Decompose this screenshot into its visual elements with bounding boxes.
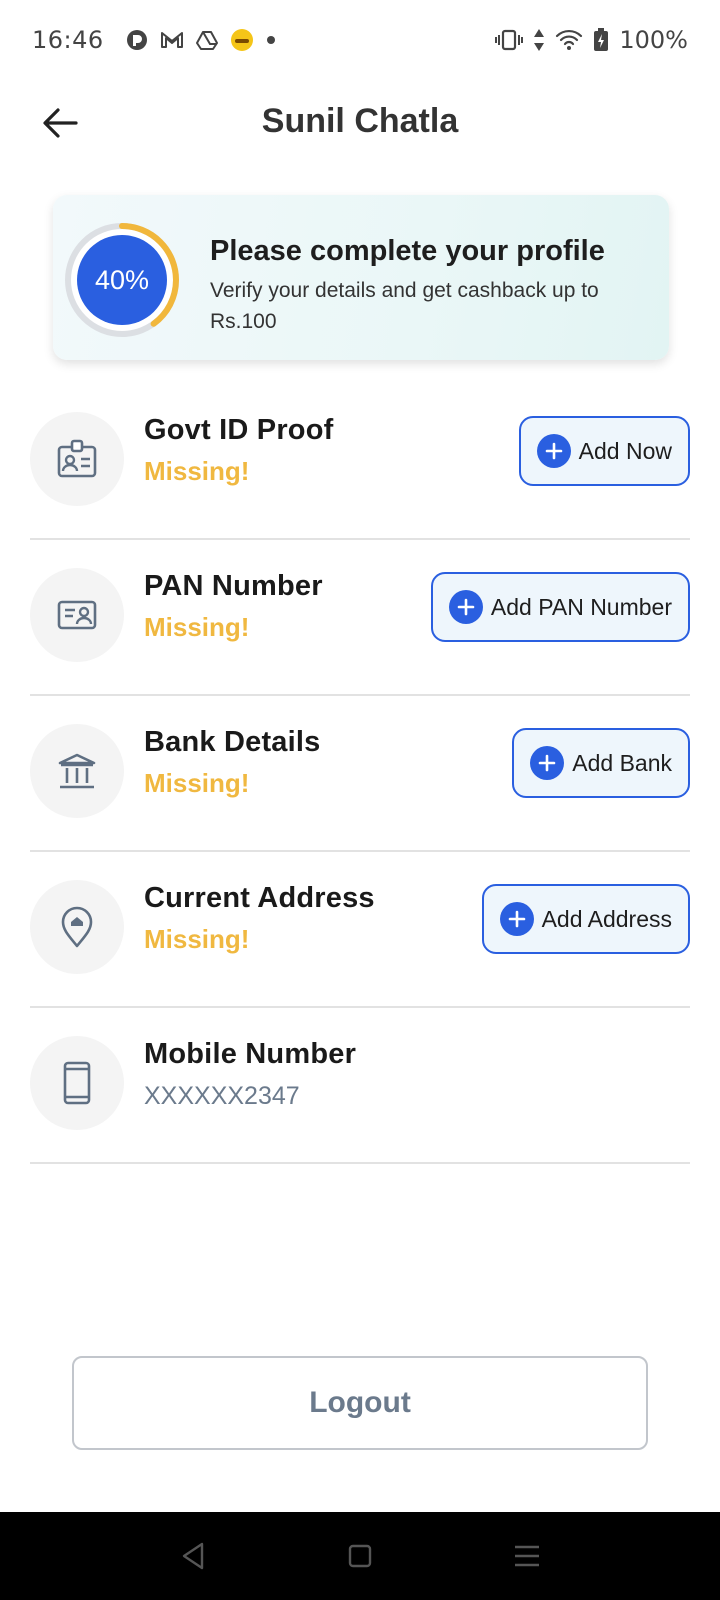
list-item-address: Current Address Missing! Add Address <box>30 852 690 1008</box>
gmail-icon <box>160 30 184 50</box>
plus-icon <box>448 590 483 624</box>
list-item-mobile: Mobile Number XXXXXX2347 <box>30 1008 690 1164</box>
id-badge-icon <box>57 439 97 478</box>
id-card-icon <box>57 600 97 630</box>
navigation-bar <box>0 1512 720 1600</box>
row-title: Bank Details <box>144 726 321 758</box>
wifi-icon <box>555 29 583 51</box>
more-notifications-dot-icon <box>266 35 276 45</box>
data-arrows-icon <box>533 28 545 52</box>
square-home-icon <box>348 1544 372 1568</box>
status-time: 16:46 <box>32 26 104 54</box>
bank-icon <box>58 753 96 789</box>
add-govt-id-button[interactable]: Add Now <box>518 416 690 486</box>
list-item-pan: PAN Number Missing! Add PAN Number <box>30 540 690 696</box>
location-home-icon <box>61 906 93 948</box>
status-missing: Missing! <box>144 612 250 642</box>
status-missing: Missing! <box>144 456 250 486</box>
progress-percentage: 40% <box>94 264 150 295</box>
emoji-app-icon <box>230 28 254 52</box>
id-badge-icon-wrap <box>30 412 124 506</box>
status-missing: Missing! <box>144 768 250 798</box>
notification-icons <box>126 28 276 52</box>
page-title: Sunil Chatla <box>261 102 459 140</box>
add-bank-button[interactable]: Add Bank <box>512 728 690 798</box>
add-button-label: Add Now <box>578 437 672 464</box>
mobile-number-value: XXXXXX2347 <box>144 1082 300 1110</box>
mobile-phone-icon-wrap <box>30 1036 124 1130</box>
location-home-icon-wrap <box>30 880 124 974</box>
card-subtitle: Verify your details and get cashback up … <box>210 279 599 333</box>
add-button-label: Add PAN Number <box>490 593 672 620</box>
plus-icon <box>530 746 565 780</box>
battery-charging-icon <box>593 28 609 52</box>
add-pan-button[interactable]: Add PAN Number <box>430 572 690 642</box>
app-header: Sunil Chatla <box>0 80 720 170</box>
profile-completion-card: 40% Please complete your profile Verify … <box>53 195 669 360</box>
status-missing: Missing! <box>144 924 250 954</box>
row-title: Govt ID Proof <box>144 414 334 446</box>
row-title: Mobile Number <box>144 1038 357 1070</box>
app-notification-icon <box>126 29 148 51</box>
id-card-icon-wrap <box>30 568 124 662</box>
nav-home-button[interactable] <box>330 1526 390 1586</box>
add-address-button[interactable]: Add Address <box>481 884 690 954</box>
nav-back-button[interactable] <box>163 1526 223 1586</box>
battery-percentage: 100% <box>619 26 688 54</box>
add-button-label: Add Bank <box>572 749 672 776</box>
vibrate-icon <box>495 29 524 51</box>
status-bar: 16:46 100% <box>0 0 720 80</box>
logout-button[interactable]: Logout <box>72 1356 648 1450</box>
mobile-phone-icon <box>63 1061 91 1105</box>
bank-icon-wrap <box>30 724 124 818</box>
status-right: 100% <box>495 26 688 54</box>
nav-menu-button[interactable] <box>497 1526 557 1586</box>
row-title: Current Address <box>144 882 375 914</box>
plus-icon <box>536 434 571 468</box>
card-title: Please complete your profile <box>210 235 605 267</box>
menu-lines-icon <box>514 1545 539 1567</box>
drive-icon <box>195 30 218 50</box>
triangle-back-icon <box>183 1542 204 1570</box>
row-title: PAN Number <box>144 570 323 602</box>
add-button-label: Add Address <box>541 905 672 932</box>
list-item-govt-id: Govt ID Proof Missing! Add Now <box>30 384 690 540</box>
plus-icon <box>499 902 534 936</box>
list-item-bank: Bank Details Missing! Add Bank <box>30 696 690 852</box>
